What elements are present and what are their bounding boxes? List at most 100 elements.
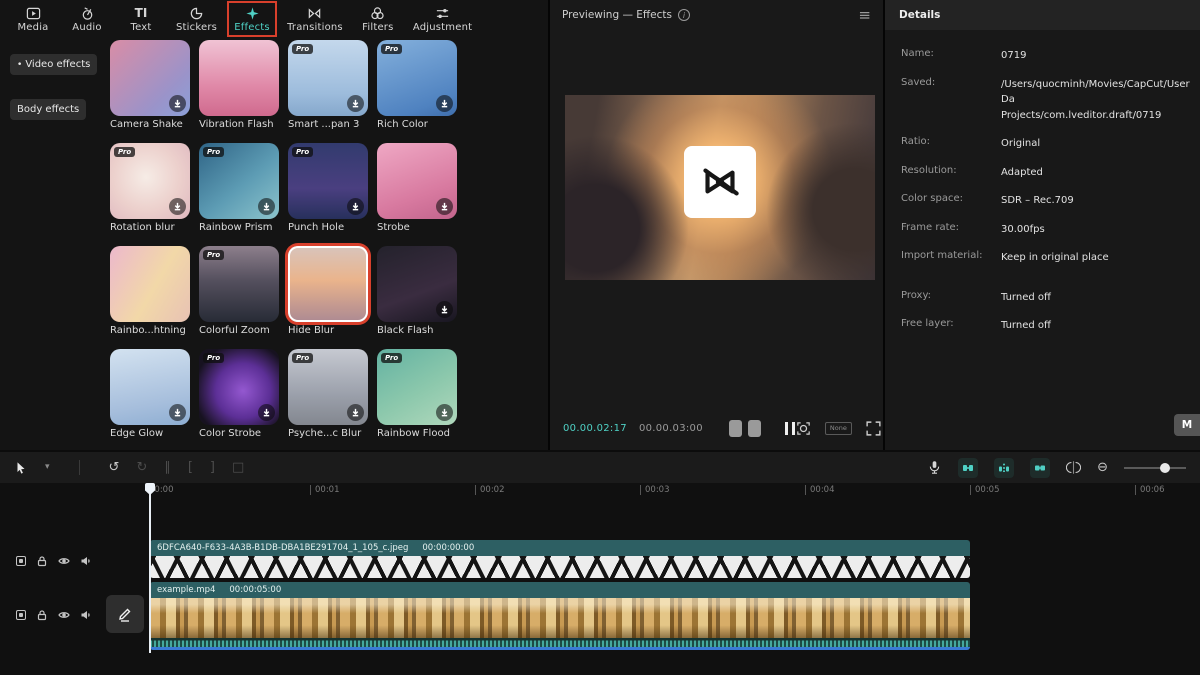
timeline-zoom-slider[interactable] bbox=[1124, 462, 1186, 474]
details-body: Name:0719 Saved:/Users/quocminh/Movies/C… bbox=[885, 30, 1200, 334]
tab-media[interactable]: Media bbox=[8, 1, 58, 37]
chevron-down-icon[interactable]: ▾ bbox=[45, 463, 50, 472]
download-icon[interactable] bbox=[258, 404, 275, 421]
timeline-clip-video[interactable]: example.mp4 00:00:05:00 bbox=[150, 582, 970, 650]
preview-menu-icon[interactable]: ≡ bbox=[858, 8, 871, 23]
auto-snap-toggle[interactable] bbox=[958, 458, 978, 478]
tab-text[interactable]: TI Text bbox=[116, 1, 166, 37]
snapshot-icon[interactable] bbox=[795, 420, 812, 437]
select-tool-button[interactable] bbox=[14, 461, 28, 475]
tab-audio[interactable]: Audio bbox=[62, 1, 112, 37]
detail-row: Import material:Keep in original place bbox=[901, 250, 1200, 266]
undo-button[interactable]: ↺ bbox=[109, 461, 120, 474]
lock-icon[interactable] bbox=[36, 555, 48, 567]
timeline-clip-image[interactable]: 6DFCA640-F633-4A3B-B1DB-DBA1BE291704_1_1… bbox=[150, 540, 970, 578]
edit-tools: ▾ ↺ ↻ ∥ [ ] □ bbox=[14, 460, 244, 475]
eye-icon[interactable] bbox=[58, 609, 70, 621]
effect-name: Colorful Zoom bbox=[199, 325, 279, 336]
effect-thumbnail: Pro bbox=[199, 143, 279, 219]
category-body-effects[interactable]: Body effects bbox=[10, 99, 86, 120]
split-button[interactable]: ∥ bbox=[164, 461, 171, 474]
download-icon[interactable] bbox=[169, 95, 186, 112]
playhead[interactable] bbox=[149, 483, 151, 653]
download-icon[interactable] bbox=[169, 404, 186, 421]
ruler-label: 00:04 bbox=[805, 485, 835, 495]
video-preview[interactable] bbox=[565, 95, 875, 280]
download-icon[interactable] bbox=[436, 404, 453, 421]
effect-name: Smart ...pan 3 bbox=[288, 119, 368, 130]
effect-thumbnail: Pro bbox=[377, 40, 457, 116]
effect-thumbnail: Pro bbox=[288, 40, 368, 116]
effect-tile[interactable]: Pro Punch Hole bbox=[288, 143, 368, 237]
fullscreen-icon[interactable] bbox=[865, 420, 882, 437]
timeline-ruler[interactable]: 00:00 00:01 00:02 00:03 00:04 00:05 00:0… bbox=[0, 485, 1200, 499]
tab-effects[interactable]: Effects bbox=[227, 1, 277, 37]
effect-thumbnail: Pro bbox=[199, 349, 279, 425]
mute-icon[interactable] bbox=[80, 609, 92, 621]
effect-tile[interactable]: Rainbo...htning bbox=[110, 246, 190, 340]
download-icon[interactable] bbox=[347, 198, 364, 215]
effect-tile[interactable]: Pro Rainbow Flood bbox=[377, 349, 457, 443]
effect-tile[interactable]: Pro Color Strobe bbox=[199, 349, 279, 443]
download-icon[interactable] bbox=[436, 95, 453, 112]
pro-badge: Pro bbox=[381, 44, 402, 54]
lock-icon[interactable] bbox=[36, 609, 48, 621]
track-type-icon[interactable] bbox=[16, 610, 26, 620]
delete-right-button[interactable]: ] bbox=[210, 461, 215, 474]
preview-right-controls: None bbox=[795, 420, 882, 437]
modify-button[interactable]: M bbox=[1174, 414, 1200, 436]
media-icon bbox=[26, 5, 41, 21]
effect-tile[interactable]: Pro Colorful Zoom bbox=[199, 246, 279, 340]
effect-tile[interactable]: Strobe bbox=[377, 143, 457, 237]
audio-icon bbox=[80, 5, 95, 21]
category-video-effects[interactable]: •Video effects bbox=[10, 54, 97, 75]
delete-left-button[interactable]: [ bbox=[188, 461, 193, 474]
download-icon[interactable] bbox=[347, 95, 364, 112]
effect-thumbnail: Pro bbox=[288, 143, 368, 219]
zoom-out-button[interactable]: ⊖ bbox=[1097, 461, 1108, 474]
tab-filters[interactable]: Filters bbox=[353, 1, 403, 37]
pro-badge: Pro bbox=[292, 147, 313, 157]
frame-step-buttons[interactable] bbox=[729, 420, 761, 437]
info-icon[interactable]: i bbox=[678, 9, 690, 21]
effect-tile[interactable]: Pro Rainbow Prism bbox=[199, 143, 279, 237]
mute-icon[interactable] bbox=[80, 555, 92, 567]
redo-button[interactable]: ↻ bbox=[136, 461, 147, 474]
stickers-icon bbox=[189, 5, 204, 21]
delete-button[interactable]: □ bbox=[232, 461, 244, 474]
download-icon[interactable] bbox=[436, 198, 453, 215]
record-voiceover-button[interactable] bbox=[927, 460, 942, 475]
effect-tile[interactable]: Vibration Flash bbox=[199, 40, 279, 134]
download-icon[interactable] bbox=[436, 301, 453, 318]
track-type-icon[interactable] bbox=[16, 556, 26, 566]
adjustment-icon bbox=[435, 5, 450, 21]
effect-tile[interactable]: Camera Shake bbox=[110, 40, 190, 134]
clip-header: 6DFCA640-F633-4A3B-B1DB-DBA1BE291704_1_1… bbox=[150, 540, 970, 556]
quality-badge[interactable]: None bbox=[825, 422, 852, 435]
slider-handle[interactable] bbox=[1160, 463, 1170, 473]
link-toggle[interactable] bbox=[1030, 458, 1050, 478]
eye-icon[interactable] bbox=[58, 555, 70, 567]
download-icon[interactable] bbox=[169, 198, 186, 215]
preview-axis-toggle[interactable] bbox=[1066, 460, 1081, 475]
magnet-toggle[interactable] bbox=[994, 458, 1014, 478]
effect-tile[interactable]: Edge Glow bbox=[110, 349, 190, 443]
effect-tile[interactable]: Pro Rich Color bbox=[377, 40, 457, 134]
download-icon[interactable] bbox=[258, 198, 275, 215]
download-icon[interactable] bbox=[347, 404, 364, 421]
effect-tile[interactable]: Pro Rotation blur bbox=[110, 143, 190, 237]
effect-tile[interactable]: Pro Psyche...c Blur bbox=[288, 349, 368, 443]
clip-thumbnails bbox=[150, 598, 970, 638]
tab-adjustment[interactable]: Adjustment bbox=[407, 1, 478, 37]
effect-tile-selected[interactable]: Hide Blur bbox=[288, 246, 368, 340]
effect-tile[interactable]: Black Flash bbox=[377, 246, 457, 340]
preview-header: Previewing — Effects i ≡ bbox=[550, 0, 883, 30]
effect-name: Edge Glow bbox=[110, 428, 190, 439]
frame-forward-button[interactable] bbox=[748, 420, 761, 437]
pause-button[interactable] bbox=[785, 422, 795, 435]
edit-cover-button[interactable] bbox=[106, 595, 144, 633]
frame-back-button[interactable] bbox=[729, 420, 742, 437]
tab-transitions[interactable]: Transitions bbox=[281, 1, 349, 37]
effect-tile[interactable]: Pro Smart ...pan 3 bbox=[288, 40, 368, 134]
tab-stickers[interactable]: Stickers bbox=[170, 1, 223, 37]
